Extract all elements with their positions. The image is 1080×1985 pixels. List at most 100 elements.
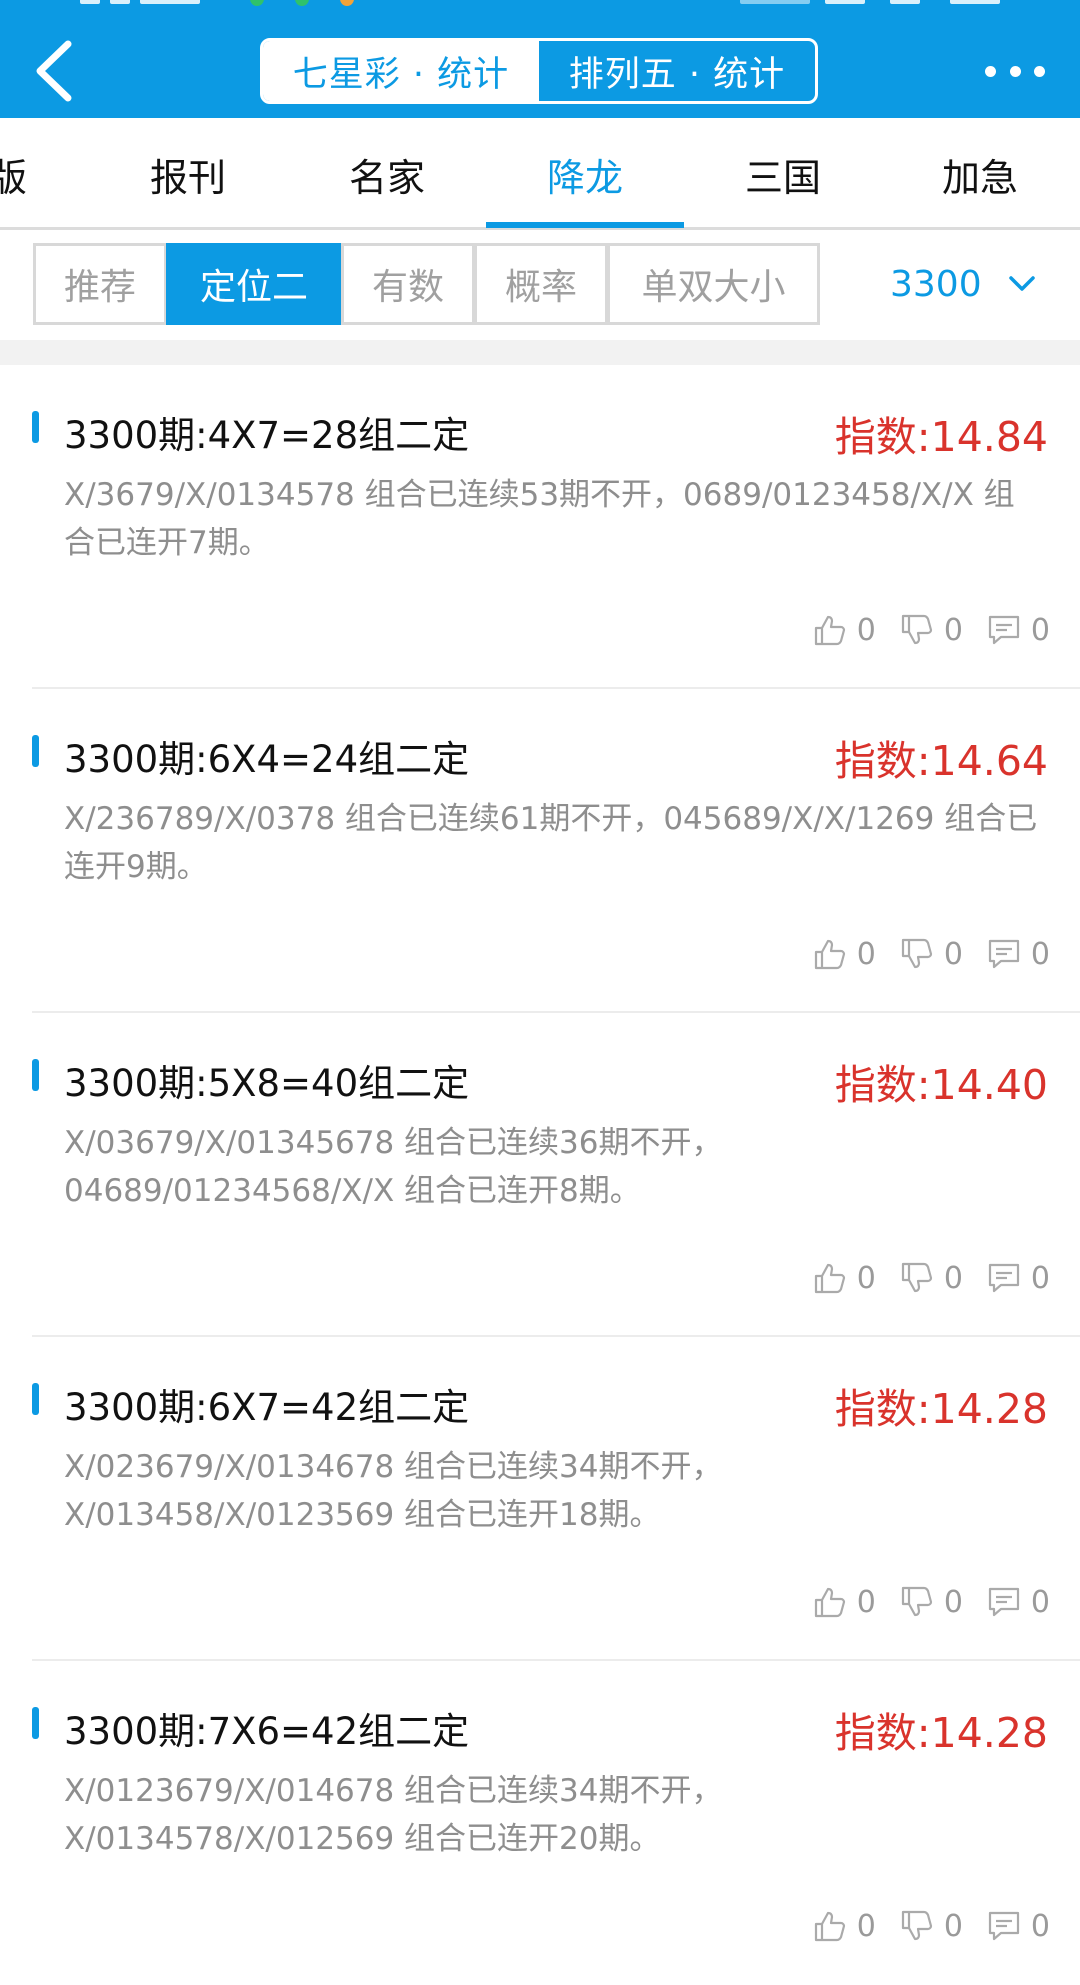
like-button[interactable]: 0 xyxy=(813,1261,876,1296)
like-count: 0 xyxy=(856,1584,876,1620)
comment-button[interactable]: 0 xyxy=(987,613,1050,648)
tab-baokan[interactable]: 报刊 xyxy=(88,118,288,230)
comment-icon xyxy=(988,939,1020,969)
thumbs-down-icon xyxy=(901,1262,932,1293)
notification-icon xyxy=(250,0,264,6)
signal-icon xyxy=(110,0,130,4)
comment-count: 0 xyxy=(1030,936,1050,972)
item-description: X/023679/X/0134678 组合已连续34期不开，X/013458/X… xyxy=(64,1449,723,1533)
list-item[interactable]: 3300期:4X7=28组二定 指数:14.84 X/3679/X/013457… xyxy=(0,365,1080,689)
thumbs-up-icon xyxy=(814,939,845,970)
back-button[interactable] xyxy=(30,36,90,106)
like-count: 0 xyxy=(856,612,876,648)
item-marker xyxy=(32,1383,39,1415)
dislike-count: 0 xyxy=(943,936,963,972)
chevron-down-icon xyxy=(1008,276,1035,291)
item-description: X/236789/X/0378 组合已连续61期不开，045689/X/X/12… xyxy=(64,801,1038,885)
comment-count: 0 xyxy=(1030,1908,1050,1944)
filter-gailv[interactable]: 概率 xyxy=(474,243,608,325)
thumbs-down-icon xyxy=(901,938,932,969)
tab-sanguo[interactable]: 三国 xyxy=(683,118,883,230)
item-score: 指数:14.84 xyxy=(834,413,1048,461)
segment-qixingcai[interactable]: 七星彩 · 统计 xyxy=(263,41,539,101)
comment-button[interactable]: 0 xyxy=(987,937,1050,972)
comment-icon xyxy=(988,615,1020,645)
item-score: 指数:14.28 xyxy=(834,1385,1048,1433)
more-options-button[interactable] xyxy=(985,58,1045,84)
more-dot-icon xyxy=(1009,65,1021,77)
thumbs-down-icon xyxy=(901,614,932,645)
tab-xianglong[interactable]: 降龙 xyxy=(485,118,685,230)
like-count: 0 xyxy=(856,1908,876,1944)
comment-icon xyxy=(988,1911,1020,1941)
comment-button[interactable]: 0 xyxy=(987,1261,1050,1296)
section-divider xyxy=(0,340,1080,365)
filter-youshu[interactable]: 有数 xyxy=(341,243,475,325)
dislike-count: 0 xyxy=(943,612,963,648)
dislike-button[interactable]: 0 xyxy=(900,1261,963,1296)
dislike-button[interactable]: 0 xyxy=(900,1909,963,1944)
notification-icon xyxy=(340,0,354,6)
item-marker xyxy=(32,411,39,443)
signal-icon xyxy=(80,0,100,4)
dislike-button[interactable]: 0 xyxy=(900,937,963,972)
dislike-count: 0 xyxy=(943,1260,963,1296)
tab-jiaji[interactable]: 加急 xyxy=(880,118,1080,230)
chevron-left-icon xyxy=(36,40,72,102)
comment-icon xyxy=(988,1587,1020,1617)
top-app-bar: 七星彩 · 统计 排列五 · 统计 xyxy=(0,0,1080,118)
like-button[interactable]: 0 xyxy=(813,937,876,972)
thumbs-up-icon xyxy=(814,1263,845,1294)
like-count: 0 xyxy=(856,1260,876,1296)
item-actions: 0 0 0 xyxy=(789,1577,1050,1627)
dislike-button[interactable]: 0 xyxy=(900,1585,963,1620)
item-description: X/03679/X/01345678 组合已连续36期不开，04689/0123… xyxy=(64,1125,723,1209)
lottery-switch: 七星彩 · 统计 排列五 · 统计 xyxy=(260,38,818,104)
filter-danshuangdaxiao[interactable]: 单双大小 xyxy=(607,243,820,325)
more-dot-icon xyxy=(985,65,996,77)
item-score: 指数:14.64 xyxy=(834,737,1048,785)
like-button[interactable]: 0 xyxy=(813,613,876,648)
segment-pailiewu[interactable]: 排列五 · 统计 xyxy=(539,41,815,101)
comment-icon xyxy=(988,1263,1020,1293)
list-item[interactable]: 3300期:7X6=42组二定 指数:14.28 X/0123679/X/014… xyxy=(0,1661,1080,1985)
clock-icon xyxy=(140,0,200,4)
thumbs-down-icon xyxy=(901,1910,932,1941)
like-count: 0 xyxy=(856,936,876,972)
item-description: X/3679/X/0134578 组合已连续53期不开，0689/0123458… xyxy=(64,477,1015,561)
item-marker xyxy=(32,1707,39,1739)
item-score: 指数:14.28 xyxy=(834,1709,1048,1757)
item-title: 3300期:6X4=24组二定 xyxy=(64,738,470,781)
item-actions: 0 0 0 xyxy=(789,929,1050,979)
comment-button[interactable]: 0 xyxy=(987,1585,1050,1620)
comment-count: 0 xyxy=(1030,1260,1050,1296)
network-icon xyxy=(740,0,810,4)
dislike-count: 0 xyxy=(943,1908,963,1944)
comment-button[interactable]: 0 xyxy=(987,1909,1050,1944)
item-title: 3300期:7X6=42组二定 xyxy=(64,1710,470,1753)
notification-icon xyxy=(295,0,309,6)
item-description: X/0123679/X/014678 组合已连续34期不开，X/0134578/… xyxy=(64,1773,723,1857)
list-item[interactable]: 3300期:5X8=40组二定 指数:14.40 X/03679/X/01345… xyxy=(0,1013,1080,1337)
category-tabs: 版 报刊 名家 降龙 三国 加急 xyxy=(0,118,1080,230)
thumbs-up-icon xyxy=(814,1911,845,1942)
item-actions: 0 0 0 xyxy=(789,1253,1050,1303)
item-title: 3300期:4X7=28组二定 xyxy=(64,414,470,457)
like-button[interactable]: 0 xyxy=(813,1585,876,1620)
item-actions: 0 0 0 xyxy=(789,1901,1050,1951)
filter-dingweier[interactable]: 定位二 xyxy=(166,243,342,325)
item-title: 3300期:5X8=40组二定 xyxy=(64,1062,470,1105)
item-marker xyxy=(32,1059,39,1091)
item-actions: 0 0 0 xyxy=(789,605,1050,655)
period-value: 3300 xyxy=(890,263,982,305)
like-button[interactable]: 0 xyxy=(813,1909,876,1944)
dislike-button[interactable]: 0 xyxy=(900,613,963,648)
tab-mingjia[interactable]: 名家 xyxy=(287,118,487,230)
period-dropdown[interactable]: 3300 xyxy=(890,243,1050,325)
battery-icon xyxy=(950,0,1000,4)
list-item[interactable]: 3300期:6X4=24组二定 指数:14.64 X/236789/X/0378… xyxy=(0,689,1080,1013)
wifi-icon xyxy=(890,0,920,4)
list-item[interactable]: 3300期:6X7=42组二定 指数:14.28 X/023679/X/0134… xyxy=(0,1337,1080,1661)
item-score: 指数:14.40 xyxy=(834,1061,1048,1109)
filter-tuijian[interactable]: 推荐 xyxy=(33,243,167,325)
